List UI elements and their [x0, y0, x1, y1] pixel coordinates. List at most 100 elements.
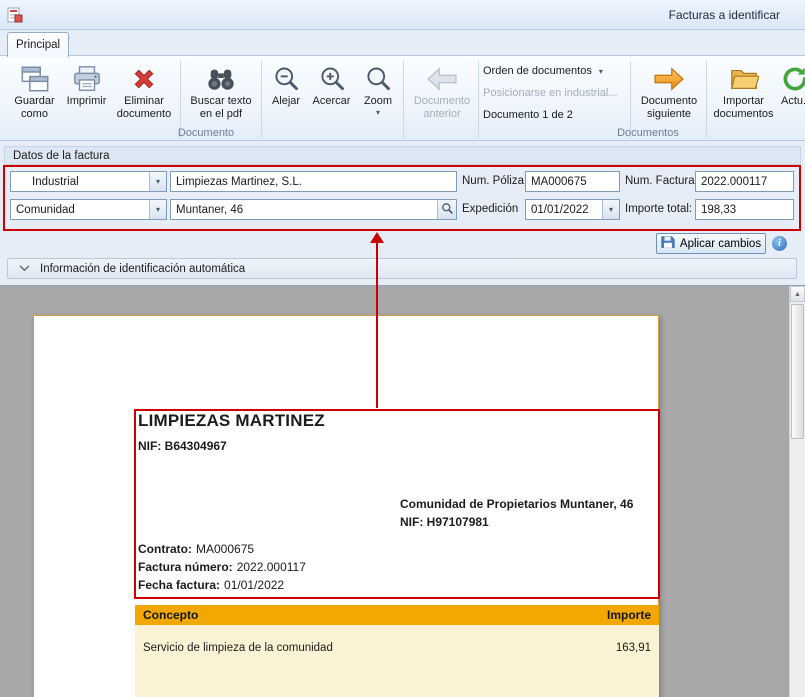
chevron-down-icon	[19, 263, 30, 275]
app-icon	[7, 7, 23, 23]
comunidad-combo-dropdown[interactable]: ▾	[149, 200, 166, 219]
expedicion-date-dropdown[interactable]: ▾	[602, 200, 619, 219]
search-pdf-button[interactable]: Buscar texto en el pdf	[184, 59, 258, 126]
next-document-label: Documento siguiente	[634, 95, 704, 121]
window-title: Facturas a identificar	[669, 8, 780, 22]
invoice-table-header: Concepto Importe	[135, 605, 659, 625]
ribbon-separator	[261, 61, 262, 138]
delete-document-button[interactable]: Eliminar documento	[110, 59, 178, 126]
invoice-number-label: Factura número:	[138, 560, 233, 574]
num-factura-value: 2022.000117	[696, 176, 793, 188]
scroll-up-icon: ▲	[794, 291, 801, 298]
print-label: Imprimir	[67, 95, 107, 108]
dropdown-arrow-icon: ▾	[376, 109, 380, 117]
arrow-right-icon	[652, 62, 686, 95]
zoom-out-button[interactable]: Alejar	[265, 59, 307, 126]
zoom-in-button[interactable]: Acercar	[309, 59, 354, 126]
refresh-icon	[781, 62, 805, 95]
num-factura-field[interactable]: 2022.000117	[695, 171, 794, 192]
pdf-page: LIMPIEZAS MARTINEZ NIF: B64304967 Comuni…	[33, 315, 659, 697]
search-pdf-label: Buscar texto en el pdf	[184, 95, 258, 121]
dropdown-arrow-icon: ▾	[156, 205, 160, 214]
industrial-name-field[interactable]: Limpiezas Martinez, S.L.	[170, 171, 457, 192]
num-poliza-value: MA000675	[526, 176, 619, 188]
invoice-client-name: Comunidad de Propietarios Muntaner, 46	[400, 497, 633, 511]
document-viewer: LIMPIEZAS MARTINEZ NIF: B64304967 Comuni…	[0, 285, 805, 697]
num-poliza-field[interactable]: MA000675	[525, 171, 620, 192]
next-document-button[interactable]: Documento siguiente	[634, 59, 704, 126]
refresh-label: Actu...	[781, 95, 805, 108]
invoice-form: Industrial ▾ Limpiezas Martinez, S.L. Nu…	[3, 165, 801, 231]
save-small-icon	[661, 235, 675, 252]
invoice-table-row: Servicio de limpieza de la comunidad 163…	[135, 625, 659, 697]
scrollbar-thumb[interactable]	[791, 304, 804, 439]
importe-total-field[interactable]: 198,33	[695, 199, 794, 220]
section-datos-factura: Datos de la factura	[4, 146, 801, 165]
zoom-label: Zoom	[364, 95, 392, 108]
zoom-in-icon	[318, 62, 346, 95]
vertical-scrollbar[interactable]: ▲	[789, 286, 805, 697]
refresh-button[interactable]: Actu...	[779, 59, 805, 126]
invoice-row-importe: 163,91	[616, 642, 651, 697]
expedicion-date-combo[interactable]: 01/01/2022 ▾	[525, 199, 620, 220]
previous-document-button[interactable]: Documento anterior	[407, 59, 477, 126]
dropdown-arrow-icon: ▾	[156, 177, 160, 186]
print-button[interactable]: Imprimir	[65, 59, 108, 126]
apply-changes-button[interactable]: Aplicar cambios	[656, 233, 766, 254]
ribbon-group-documentos: Documentos	[600, 127, 696, 140]
importe-total-value: 198,33	[696, 204, 793, 216]
titlebar: Facturas a identificar	[0, 0, 805, 30]
industrial-name-value: Limpiezas Martinez, S.L.	[171, 176, 456, 188]
invoice-contract-label: Contrato:	[138, 542, 192, 556]
invoice-client-nif: NIF: H97107981	[400, 515, 489, 529]
invoice-company-name: LIMPIEZAS MARTINEZ	[138, 411, 325, 431]
zoom-icon	[364, 62, 392, 95]
zoom-in-label: Acercar	[313, 95, 351, 108]
save-as-label: Guardar como	[6, 95, 63, 121]
tab-principal[interactable]: Principal	[7, 32, 69, 57]
invoice-number-value: 2022.000117	[237, 560, 306, 574]
import-documents-label: Importar documentos	[710, 95, 777, 121]
save-as-button[interactable]: Guardar como	[6, 59, 63, 126]
industrial-combo-dropdown[interactable]: ▾	[149, 172, 166, 191]
search-icon	[441, 202, 454, 218]
printer-icon	[72, 62, 102, 95]
comunidad-combo-value: Comunidad	[11, 204, 149, 216]
arrow-left-icon	[425, 62, 459, 95]
invoice-contract-line: Contrato:MA000675	[138, 542, 254, 556]
section-datos-label: Datos de la factura	[13, 150, 110, 162]
comunidad-address-field[interactable]: Muntaner, 46	[170, 199, 457, 220]
comunidad-combo[interactable]: Comunidad ▾	[10, 199, 167, 220]
delete-document-label: Eliminar documento	[110, 95, 178, 121]
industrial-combo[interactable]: Industrial ▾	[10, 171, 167, 192]
info-icon[interactable]: i	[772, 236, 787, 251]
document-counter-label: Documento 1 de 2	[483, 109, 573, 121]
invoice-table: Concepto Importe Servicio de limpieza de…	[135, 605, 659, 697]
dropdown-arrow-icon: ▾	[599, 67, 603, 76]
ribbon-separator	[706, 61, 707, 138]
auto-identification-label: Información de identificación automática	[40, 263, 245, 275]
auto-identification-panel[interactable]: Información de identificación automática	[7, 258, 797, 279]
address-search-button[interactable]	[437, 200, 456, 219]
import-documents-button[interactable]: Importar documentos	[710, 59, 777, 126]
expedicion-label: Expedición	[462, 199, 518, 220]
delete-x-icon	[130, 62, 158, 95]
order-documents-label: Orden de documentos	[483, 65, 592, 77]
num-factura-label: Num. Factura:	[625, 171, 698, 192]
save-as-icon	[20, 62, 50, 95]
application-window: Facturas a identificar Principal Guardar…	[0, 0, 805, 697]
expedicion-date-value: 01/01/2022	[526, 204, 602, 216]
document-options-stack: Orden de documentos ▾ Posicionarse en in…	[483, 62, 618, 128]
comunidad-address-value: Muntaner, 46	[171, 204, 437, 216]
invoice-row-concepto: Servicio de limpieza de la comunidad	[143, 642, 333, 697]
zoom-out-label: Alejar	[272, 95, 300, 108]
order-documents-dropdown[interactable]: Orden de documentos ▾	[483, 62, 618, 80]
tab-bar: Principal	[0, 30, 805, 56]
binoculars-icon	[206, 62, 236, 95]
scroll-up-button[interactable]: ▲	[790, 286, 805, 302]
invoice-date-label: Fecha factura:	[138, 578, 220, 592]
zoom-button[interactable]: Zoom ▾	[356, 59, 400, 126]
invoice-col-concepto: Concepto	[143, 608, 198, 622]
dropdown-arrow-icon: ▾	[609, 205, 613, 214]
position-document-button[interactable]: Posicionarse en industrial...	[483, 84, 618, 102]
